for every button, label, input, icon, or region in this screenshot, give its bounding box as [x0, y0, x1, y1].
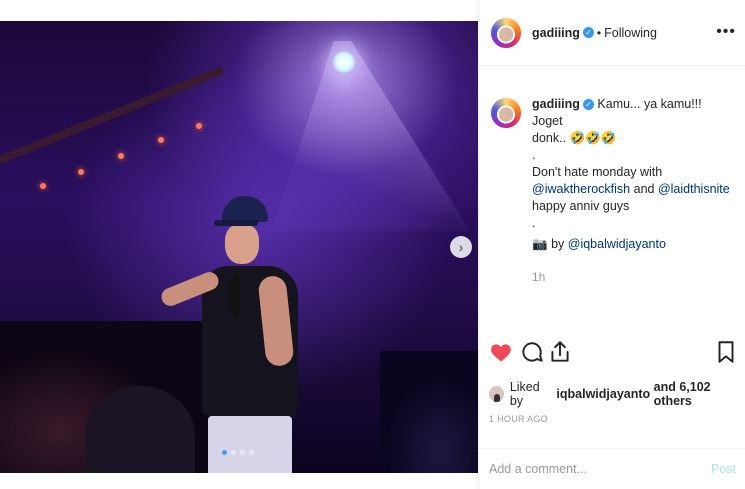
camera-icon: 📷 [532, 237, 548, 251]
performer-cap [222, 196, 268, 222]
ceiling-lamp [196, 123, 202, 129]
bookmark-icon[interactable] [713, 338, 739, 366]
post-comment-button[interactable]: Post [711, 462, 736, 476]
caption-text: gadiiing ✓ Kamu... ya kamu!!! Joget donk.… [532, 96, 732, 286]
post-header: gadiiing ✓ • Following ••• [479, 0, 745, 66]
post-photo[interactable] [0, 21, 478, 473]
separator: • [596, 25, 602, 40]
carousel-dot [222, 450, 227, 455]
ceiling-lamp [118, 153, 124, 159]
ceiling-lamp [40, 183, 46, 189]
caption-username[interactable]: gadiiing [532, 97, 580, 111]
likes-prefix: Liked by [509, 380, 540, 408]
caption-conjunction: and [633, 182, 655, 196]
carousel-dot [249, 450, 254, 455]
caption-line: . [532, 216, 536, 230]
carousel-dot [240, 450, 245, 455]
caption-comment: gadiiing ✓ Kamu... ya kamu!!! Joget donk.… [489, 96, 739, 286]
crowd-right [380, 351, 478, 473]
chevron-right-icon: › [458, 239, 464, 255]
performer-pants [208, 416, 292, 473]
ceiling-lamp [158, 137, 164, 143]
carousel-dot [231, 450, 236, 455]
caption-line: . [532, 148, 536, 162]
carousel-next-button[interactable]: › [450, 236, 472, 258]
more-icon[interactable]: ••• [716, 24, 736, 40]
photo-area: › [0, 0, 478, 489]
comment-input[interactable] [489, 462, 711, 476]
caption-line: by [551, 237, 565, 251]
add-comment-form: Post [479, 448, 745, 489]
action-bar [489, 338, 739, 370]
verified-icon: ✓ [582, 99, 594, 111]
avatar[interactable] [489, 96, 523, 130]
mention-link[interactable]: @iqbalwidjayanto [568, 237, 666, 251]
likes-count[interactable]: and 6,102 others [654, 380, 745, 408]
share-icon[interactable] [547, 338, 573, 366]
avatar[interactable] [489, 15, 523, 50]
liker-avatar[interactable] [489, 386, 504, 402]
caption-line: Don't hate monday with [532, 165, 663, 179]
likes-summary: Liked by iqbalwidjayanto and 6,102 other… [489, 380, 745, 408]
verified-icon: ✓ [582, 27, 594, 38]
mention-link[interactable]: @laidthisnite [658, 182, 730, 196]
mention-link[interactable]: @iwaktherockfish [532, 182, 630, 196]
carousel-indicator [222, 450, 254, 455]
liker-username[interactable]: iqbalwidjayanto [556, 387, 650, 401]
post-timestamp[interactable]: 1 HOUR AGO [489, 414, 548, 424]
stage-light [333, 51, 355, 73]
caption-line: donk.. 🤣🤣🤣 [532, 131, 617, 145]
relative-time[interactable]: 1h [532, 269, 732, 286]
ceiling-lamp [78, 169, 84, 175]
following-button[interactable]: Following [604, 26, 657, 40]
post-side-panel: gadiiing ✓ • Following ••• gadiiing ✓ Kam… [478, 0, 745, 489]
comment-icon[interactable] [519, 338, 545, 366]
heart-icon[interactable] [489, 338, 515, 366]
instagram-post: › gadiiing ✓ • Following ••• gadiiing ✓ K… [0, 0, 745, 489]
username-link[interactable]: gadiiing [532, 26, 580, 40]
ceiling-truss [0, 66, 225, 164]
performer-face [225, 224, 259, 264]
microphone [230, 274, 240, 318]
caption-line: happy anniv guys [532, 199, 630, 213]
performer-cap-brim [214, 220, 258, 226]
